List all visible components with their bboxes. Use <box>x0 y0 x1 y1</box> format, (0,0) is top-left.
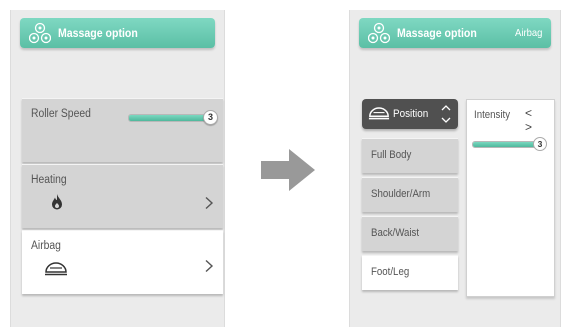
intensity-fill <box>473 142 537 147</box>
left-screen: Massage option Roller Speed 3 Heating Ai… <box>10 10 225 327</box>
header-title: Massage option <box>397 26 477 40</box>
position-button[interactable]: Position <box>362 99 458 129</box>
airbag-card[interactable]: Airbag <box>22 230 223 294</box>
menu-item-shoulder-arm[interactable]: Shoulder/Arm <box>362 177 458 212</box>
intensity-nav: < > <box>525 106 554 134</box>
menu-item-label: Back/Waist <box>371 227 420 239</box>
intensity-slider[interactable] <box>472 141 538 148</box>
airbag-icon <box>368 107 390 120</box>
menu-item-full-body[interactable]: Full Body <box>362 138 458 173</box>
intensity-label: Intensity <box>474 109 511 121</box>
header-title: Massage option <box>58 26 138 40</box>
flame-icon <box>52 194 62 210</box>
airbag-icon <box>45 262 67 276</box>
massage-rollers-icon <box>29 22 51 44</box>
menu-item-label: Full Body <box>371 149 412 161</box>
heating-card[interactable]: Heating <box>22 164 223 228</box>
arrow-right-icon <box>261 149 315 191</box>
chevron-up-down-icon[interactable] <box>440 103 452 125</box>
heating-label: Heating <box>31 174 67 186</box>
airbag-label: Airbag <box>31 240 61 252</box>
intensity-knob[interactable]: 3 <box>533 137 547 151</box>
roller-speed-label: Roller Speed <box>31 108 91 120</box>
intensity-panel: Intensity < > 3 <box>466 99 555 297</box>
roller-speed-card[interactable]: Roller Speed 3 <box>22 98 223 162</box>
menu-item-label: Foot/Leg <box>371 266 410 278</box>
menu-item-foot-leg[interactable]: Foot/Leg <box>362 255 458 290</box>
roller-speed-fill <box>129 115 207 121</box>
intensity-next-button[interactable]: > <box>525 120 536 134</box>
header-bar: Massage option <box>20 18 215 48</box>
menu-item-back-waist[interactable]: Back/Waist <box>362 216 458 251</box>
chevron-right-icon[interactable] <box>204 196 214 210</box>
massage-rollers-icon <box>368 22 390 44</box>
chevron-right-icon[interactable] <box>204 259 214 273</box>
right-screen: Massage option Airbag Position Full Body… <box>349 10 561 327</box>
header-bar: Massage option Airbag <box>359 18 551 48</box>
roller-speed-knob[interactable]: 3 <box>203 110 218 125</box>
intensity-prev-button[interactable]: < <box>525 106 536 120</box>
position-label: Position <box>393 108 429 120</box>
roller-speed-slider[interactable] <box>128 114 208 122</box>
header-subtitle: Airbag <box>514 27 542 39</box>
menu-item-label: Shoulder/Arm <box>371 188 431 200</box>
